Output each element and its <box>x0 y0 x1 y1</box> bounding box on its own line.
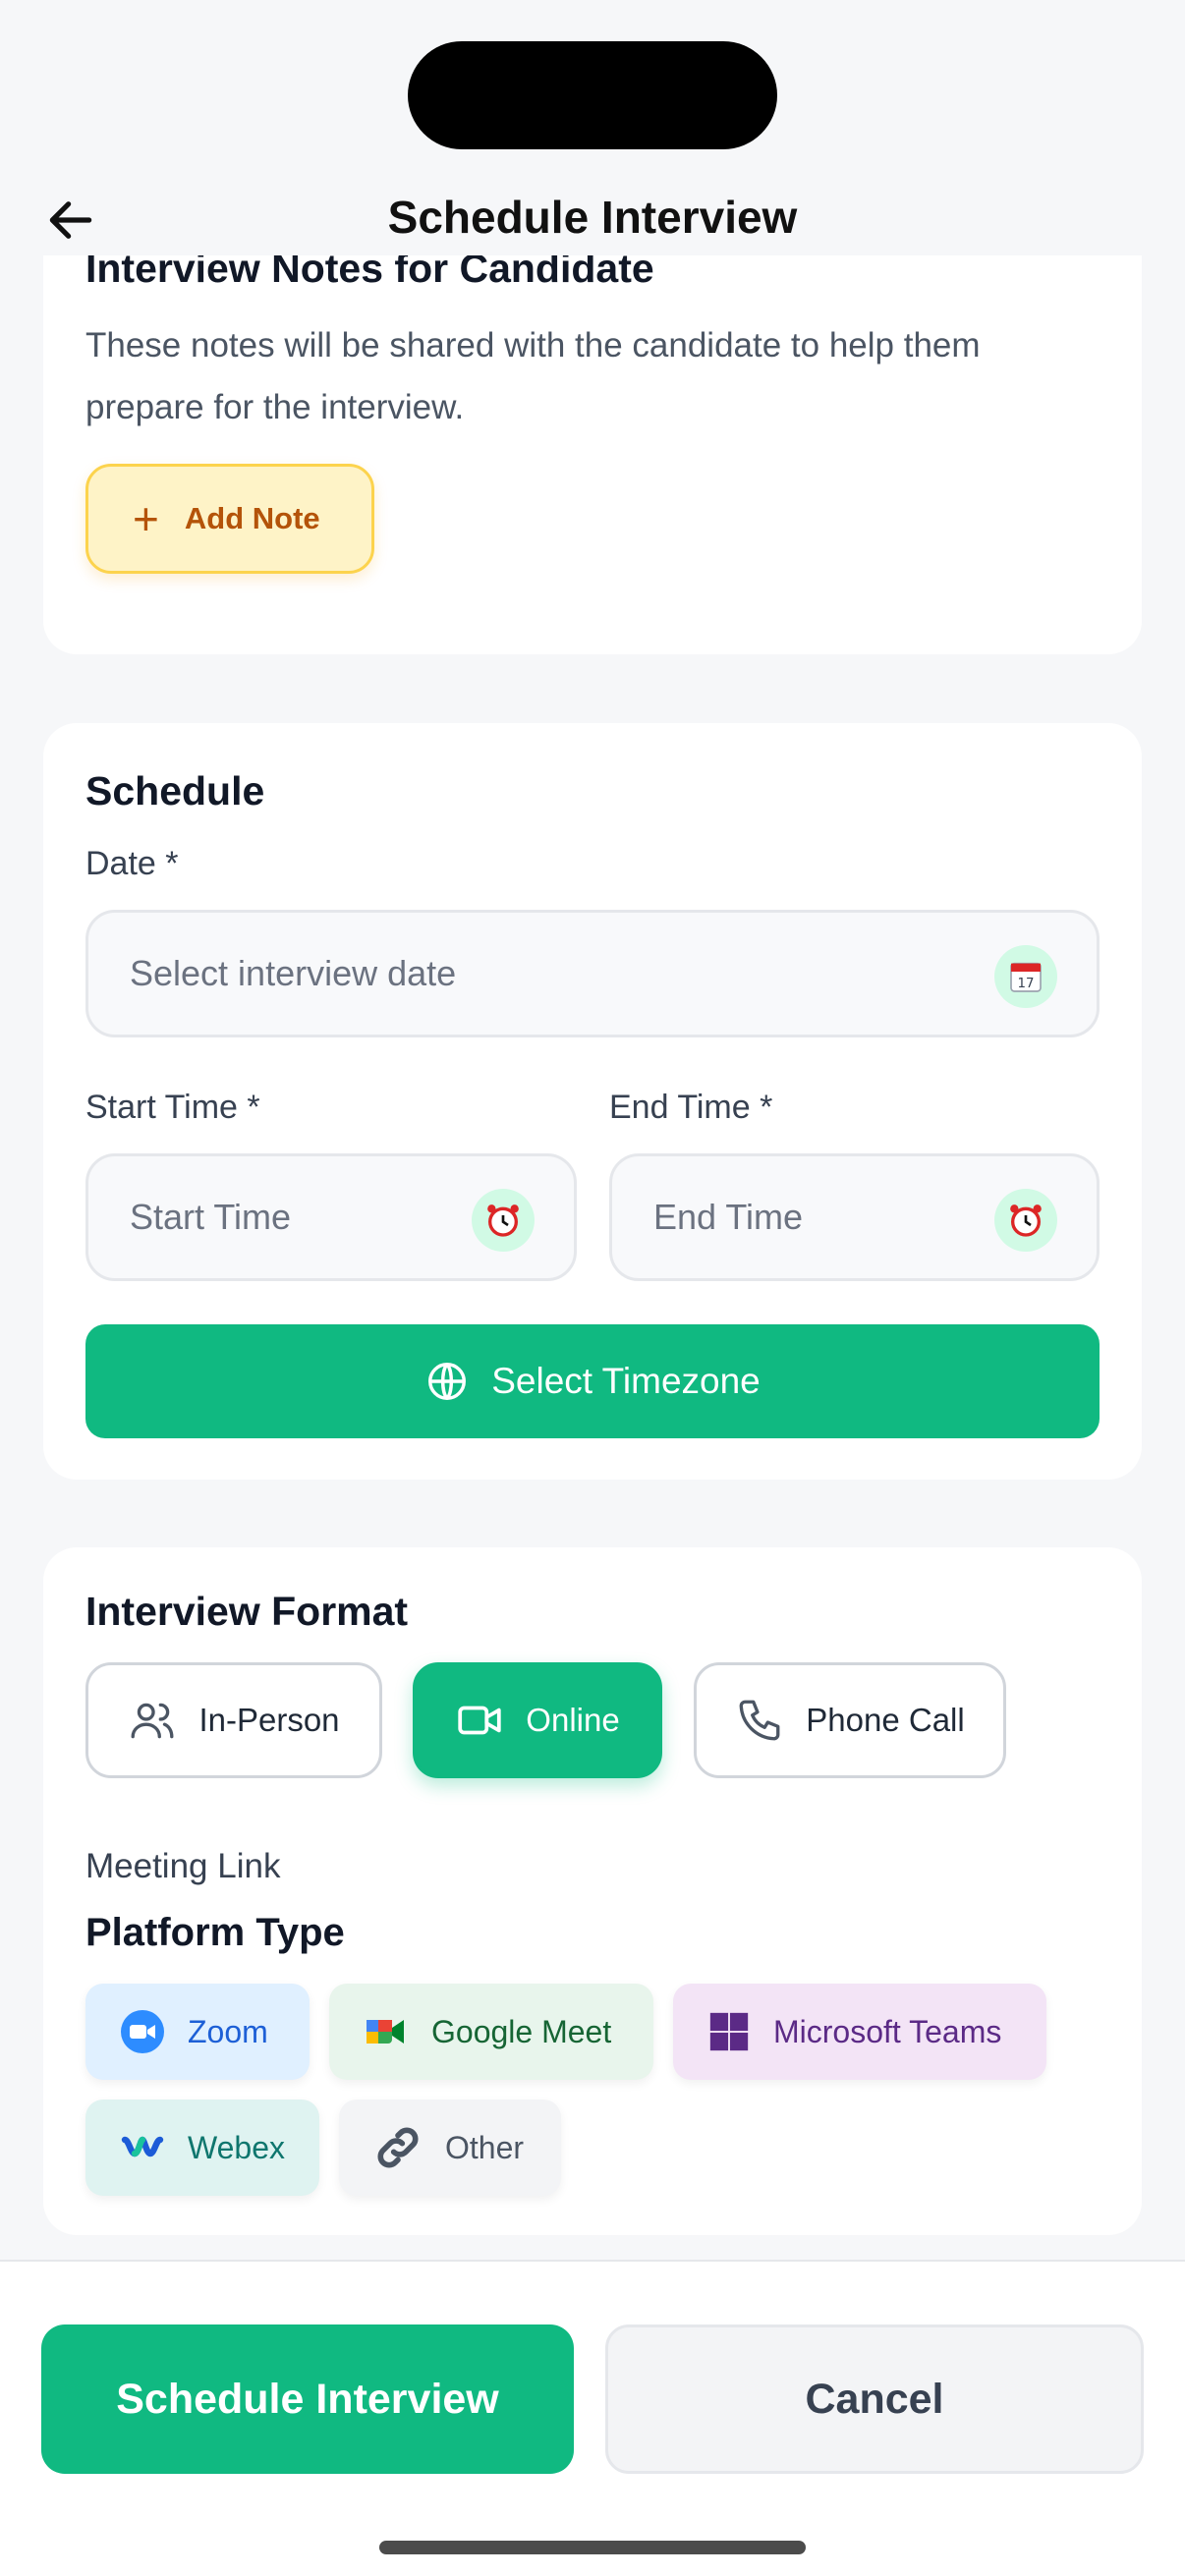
format-option-online[interactable]: Online <box>413 1662 662 1778</box>
users-icon <box>131 1703 174 1739</box>
interview-format-card: Interview Format In-Person Online Phone … <box>43 1547 1142 2235</box>
plus-icon: + <box>133 493 159 544</box>
end-time-field[interactable]: End Time <box>609 1153 1100 1281</box>
date-label: Date * <box>85 845 179 882</box>
start-time-field[interactable]: Start Time <box>85 1153 577 1281</box>
format-option-label: Phone Call <box>806 1702 965 1738</box>
date-placeholder: Select interview date <box>130 953 457 993</box>
add-note-label: Add Note <box>184 501 320 535</box>
platform-chip-zoom[interactable]: Zoom <box>85 1984 310 2080</box>
footer-bar: Schedule Interview Cancel <box>0 2260 1185 2576</box>
platform-chip-webex[interactable]: Webex <box>85 2100 319 2196</box>
microsoft-teams-icon <box>706 2009 752 2054</box>
platform-type-label: Platform Type <box>85 1911 345 1954</box>
notes-card: Interview Notes for Candidate These note… <box>43 226 1142 654</box>
end-time-label: End Time * <box>609 1089 773 1126</box>
alarm-clock-icon <box>994 1189 1057 1252</box>
calendar-icon: 17 <box>994 945 1057 1008</box>
platform-chip-label: Webex <box>188 2129 286 2165</box>
notes-description: These notes will be shared with the cand… <box>85 326 981 426</box>
format-option-label: Online <box>526 1702 620 1738</box>
platform-chip-label: Zoom <box>188 2013 268 2049</box>
google-meet-icon <box>363 2008 410 2055</box>
platform-chip-label: Google Meet <box>431 2013 612 2049</box>
end-time-placeholder: End Time <box>653 1197 804 1237</box>
webex-icon <box>119 2124 166 2171</box>
platform-chip-microsoft-teams[interactable]: Microsoft Teams <box>673 1984 1046 2080</box>
start-time-label: Start Time * <box>85 1089 260 1126</box>
page-title: Schedule Interview <box>387 192 798 243</box>
dynamic-island <box>408 41 777 149</box>
svg-text:17: 17 <box>1018 977 1035 991</box>
format-option-phone-call[interactable]: Phone Call <box>694 1662 1006 1778</box>
schedule-heading: Schedule <box>85 768 265 813</box>
zoom-icon <box>119 2008 166 2055</box>
phone-icon <box>739 1700 780 1741</box>
platform-chip-other[interactable]: Other <box>339 2100 561 2196</box>
platform-chip-google-meet[interactable]: Google Meet <box>329 1984 653 2080</box>
platform-chip-label: Microsoft Teams <box>773 2013 1002 2049</box>
format-option-label: In-Person <box>198 1702 340 1738</box>
add-note-button[interactable]: + Add Note <box>85 464 374 574</box>
platform-chip-label: Other <box>445 2129 525 2165</box>
format-option-in-person[interactable]: In-Person <box>85 1662 382 1778</box>
cancel-button[interactable]: Cancel <box>605 2324 1144 2474</box>
link-icon <box>372 2122 423 2173</box>
meeting-link-label: Meeting Link <box>85 1847 281 1885</box>
select-timezone-label: Select Timezone <box>491 1361 761 1401</box>
select-timezone-button[interactable]: Select Timezone <box>85 1324 1100 1438</box>
app-header: Schedule Interview <box>0 167 1185 255</box>
alarm-clock-icon <box>472 1189 535 1252</box>
interview-format-heading: Interview Format <box>85 1589 409 1634</box>
globe-icon <box>428 1363 467 1400</box>
date-field[interactable]: Select interview date 17 <box>85 910 1100 1037</box>
home-indicator <box>379 2541 806 2554</box>
schedule-interview-button[interactable]: Schedule Interview <box>41 2324 574 2474</box>
start-time-placeholder: Start Time <box>130 1197 292 1237</box>
video-icon <box>458 1706 501 1735</box>
schedule-card: Schedule Date * Select interview date 17… <box>43 723 1142 1480</box>
